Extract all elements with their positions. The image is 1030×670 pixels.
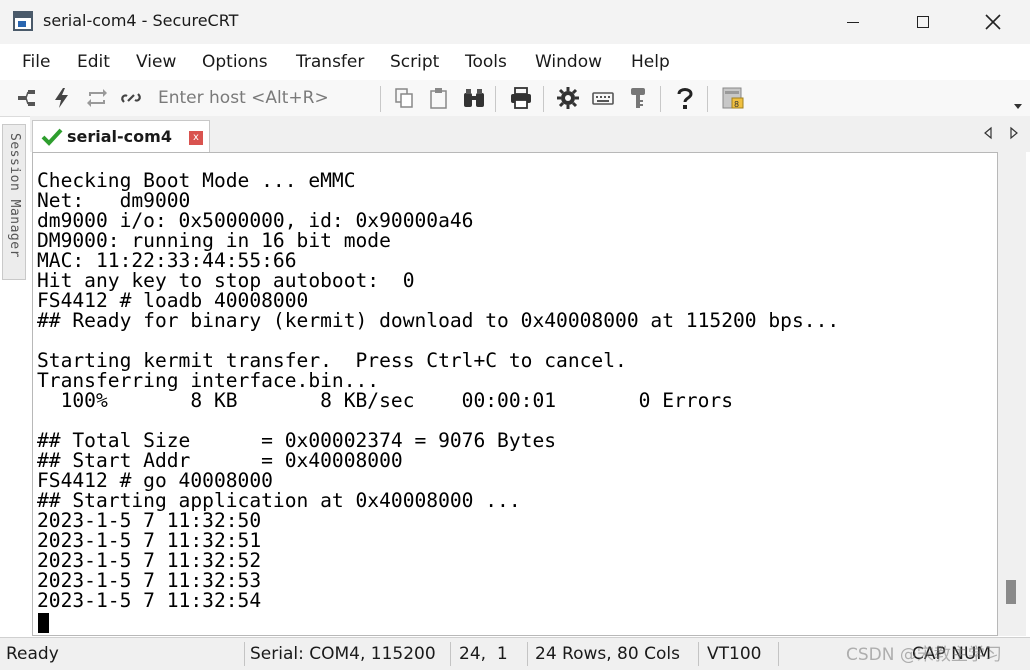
find-icon[interactable] <box>461 85 487 111</box>
session-manager-tab[interactable]: Session Manager <box>2 124 26 280</box>
maximize-button[interactable] <box>888 0 958 44</box>
menu-window[interactable]: Window <box>535 52 602 72</box>
quick-connect-icon[interactable] <box>49 85 75 111</box>
terminal-view[interactable]: Checking Boot Mode ... eMMC Net: dm9000 … <box>32 152 998 636</box>
title-bar: serial-com4 - SecureCRT <box>0 0 1030 44</box>
status-ready: Ready <box>6 644 59 664</box>
svg-text:8: 8 <box>734 100 739 109</box>
print-icon[interactable] <box>508 85 534 111</box>
menu-transfer[interactable]: Transfer <box>296 52 364 72</box>
tab-close-button[interactable]: x <box>189 131 203 145</box>
status-divider <box>244 642 245 666</box>
scrollbar-thumb[interactable] <box>1006 580 1016 604</box>
menu-help[interactable]: Help <box>631 52 670 72</box>
toolbar-separator <box>543 86 544 112</box>
minimize-icon <box>847 21 859 23</box>
tab-strip: serial-com4 x <box>30 116 1030 152</box>
minimize-button[interactable] <box>818 0 888 44</box>
close-window-button[interactable] <box>958 0 1028 44</box>
status-divider <box>450 642 451 666</box>
status-divider <box>527 642 528 666</box>
menu-tools[interactable]: Tools <box>465 52 507 72</box>
status-divider <box>698 642 699 666</box>
tab-label: serial-com4 <box>67 127 172 146</box>
session-manager-label: Session Manager <box>7 133 22 258</box>
paste-icon[interactable] <box>426 85 452 111</box>
status-emulation: VT100 <box>707 644 762 664</box>
toolbar-separator <box>495 86 496 112</box>
maximize-icon <box>917 16 929 28</box>
status-terminal-size: 24 Rows, 80 Cols <box>535 644 680 664</box>
toolbar-separator <box>707 86 708 112</box>
reconnect-icon[interactable] <box>84 85 110 111</box>
tab-scroll-left-icon[interactable] <box>982 126 994 140</box>
terminal-line: ## Ready for binary (kermit) download to… <box>37 309 840 332</box>
host-input[interactable] <box>152 85 372 111</box>
vertical-scrollbar[interactable] <box>998 152 1026 636</box>
copy-icon[interactable] <box>391 85 417 111</box>
connected-check-icon <box>41 128 63 146</box>
window-title: serial-com4 - SecureCRT <box>43 11 239 30</box>
terminal-cursor <box>38 613 49 633</box>
disconnect-icon[interactable] <box>118 85 144 111</box>
keymap-icon[interactable] <box>590 85 616 111</box>
status-connection: Serial: COM4, 115200 <box>250 644 436 664</box>
status-divider <box>778 642 779 666</box>
watermark: CSDN @宋教主学习 <box>846 645 1002 665</box>
menu-options[interactable]: Options <box>202 52 268 72</box>
status-cursor-position: 24, 1 <box>459 644 508 664</box>
menu-script[interactable]: Script <box>390 52 439 72</box>
terminal-line: 100% 8 KB 8 KB/sec 00:00:01 0 Errors <box>37 389 733 412</box>
menu-bar: File Edit View Options Transfer Script T… <box>0 44 1030 81</box>
menu-edit[interactable]: Edit <box>77 52 110 72</box>
securecrt-app-icon <box>13 11 33 31</box>
connect-icon[interactable] <box>14 85 40 111</box>
sftp-icon[interactable]: 8 <box>720 85 746 111</box>
toolbar-separator <box>380 86 381 112</box>
close-icon <box>985 14 1001 30</box>
settings-icon[interactable] <box>555 85 581 111</box>
key-icon[interactable] <box>625 85 651 111</box>
toolbar-separator <box>660 86 661 112</box>
menu-view[interactable]: View <box>136 52 176 72</box>
toolbar-overflow-icon[interactable] <box>1012 100 1024 112</box>
tab-serial-com4[interactable]: serial-com4 x <box>32 120 210 152</box>
tab-scroll-right-icon[interactable] <box>1008 126 1020 140</box>
menu-file[interactable]: File <box>22 52 50 72</box>
help-icon[interactable] <box>672 85 698 111</box>
toolbar: 8 <box>0 80 1030 117</box>
terminal-line: 2023-1-5 7 11:32:54 <box>37 589 262 612</box>
terminal-output: Checking Boot Mode ... eMMC Net: dm9000 … <box>37 171 839 611</box>
